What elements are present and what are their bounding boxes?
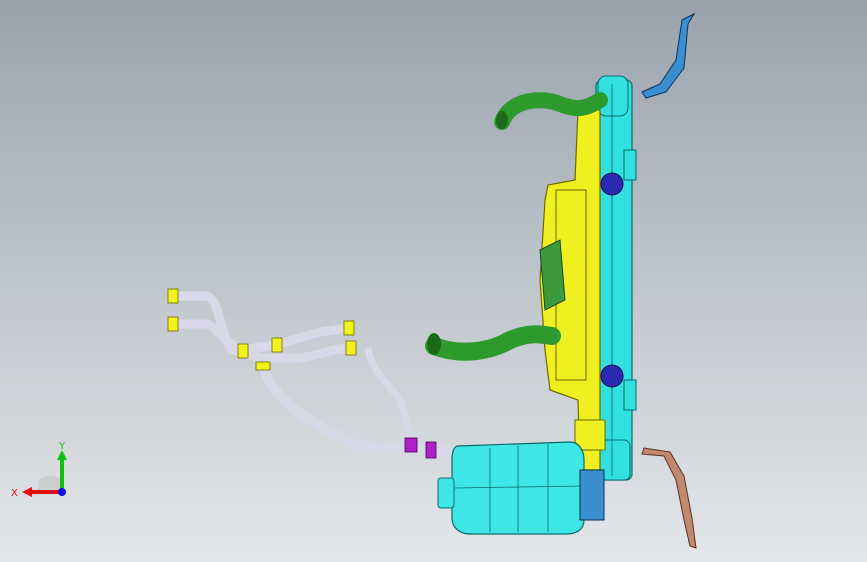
bolt-icon [600, 172, 624, 196]
upper-hose-end [496, 111, 508, 129]
clamp-icon [255, 361, 271, 371]
cad-viewport[interactable]: Y X [0, 0, 867, 562]
axis-triad[interactable]: Y X [10, 440, 80, 510]
heater-pipe[interactable] [172, 319, 349, 355]
bolt-icon [600, 364, 624, 388]
clamp-icon [167, 316, 179, 332]
clamp-icon [345, 340, 357, 356]
x-axis-label: X [11, 488, 18, 499]
lower-hose-end [427, 333, 441, 355]
upper-bracket[interactable] [641, 12, 696, 99]
radiator[interactable] [595, 75, 637, 481]
assembly-scene[interactable] [0, 0, 867, 562]
radiator-mount-tab [623, 379, 637, 411]
connector-icon[interactable] [425, 441, 437, 459]
fan-shroud[interactable] [539, 109, 606, 471]
clamp-icon [343, 320, 355, 336]
x-arrow-icon [22, 487, 32, 497]
z-axis-icon [58, 488, 66, 496]
radiator-mount-tab [623, 149, 637, 181]
connector-icon[interactable] [404, 437, 418, 453]
clamp-icon [271, 337, 283, 353]
lower-bracket-body[interactable] [641, 447, 697, 549]
clamp-icon [237, 343, 249, 359]
lower-hose-body[interactable] [425, 325, 561, 361]
triad-plane-icon [38, 476, 62, 492]
y-axis-label: Y [58, 441, 66, 452]
tank-cap [437, 477, 455, 509]
tank-bracket [579, 469, 605, 521]
lower-hose[interactable] [425, 325, 561, 361]
expansion-tank[interactable] [437, 441, 605, 535]
heater-pipe[interactable] [364, 347, 414, 437]
fan-motor-housing [539, 239, 566, 311]
upper-bracket-body[interactable] [641, 12, 696, 99]
lower-bracket[interactable] [641, 447, 697, 549]
clamp-icon [167, 288, 179, 304]
